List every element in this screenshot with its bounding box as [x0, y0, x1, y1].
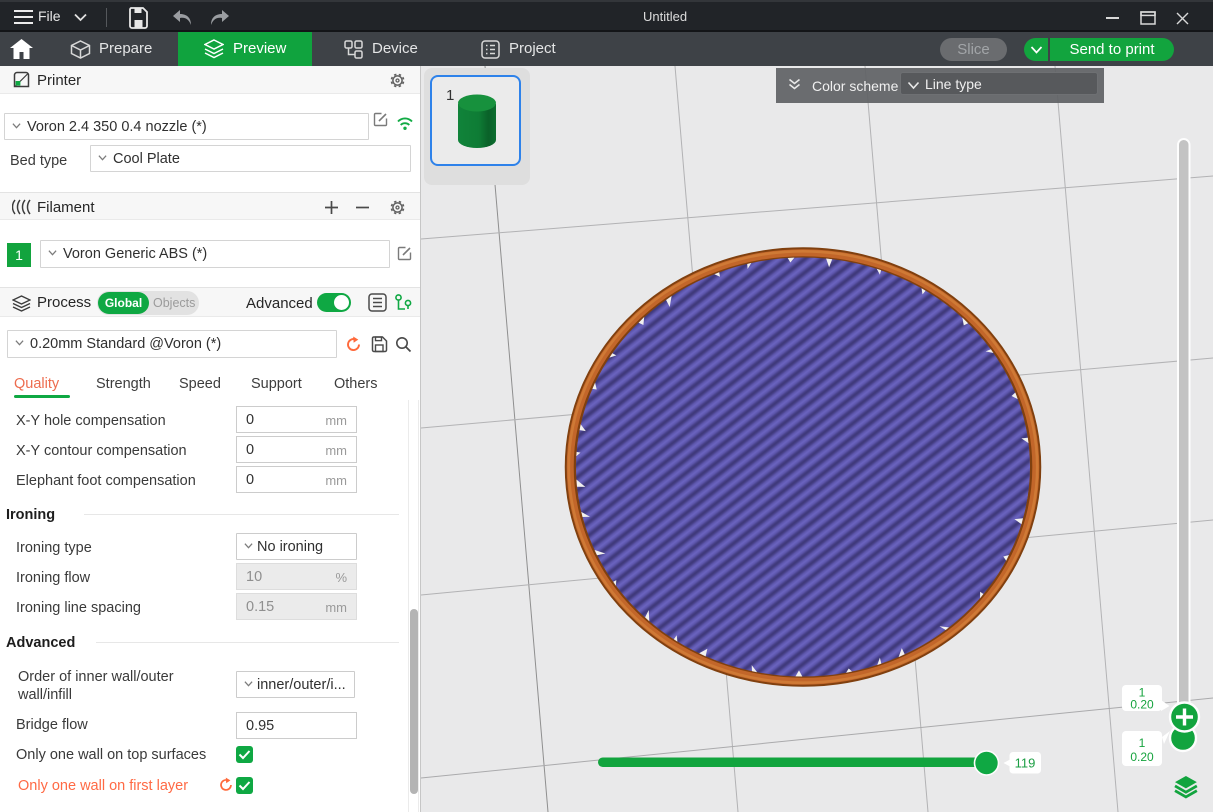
svg-text:0.20: 0.20	[1130, 698, 1154, 712]
svg-text:1: 1	[1139, 736, 1146, 750]
svg-text:119: 119	[1015, 756, 1036, 771]
svg-text:0.20: 0.20	[1130, 750, 1154, 764]
